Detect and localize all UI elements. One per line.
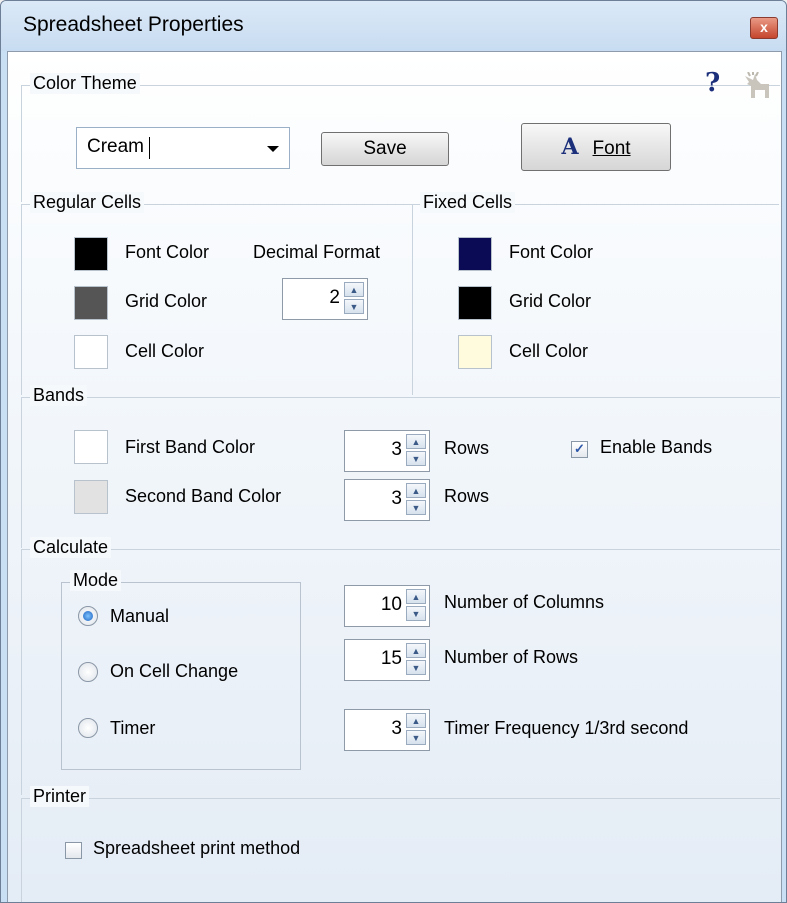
spin-down-icon[interactable]: ▼	[406, 500, 426, 515]
second-band-rows-stepper[interactable]: 3 ▲ ▼	[344, 479, 430, 521]
decimal-format-label: Decimal Format	[253, 242, 381, 262]
first-band-rows-stepper[interactable]: 3 ▲ ▼	[344, 430, 430, 472]
fixed-cells-legend: Fixed Cells	[420, 192, 516, 213]
timer-frequency-stepper[interactable]: 3 ▲ ▼	[344, 709, 430, 751]
first-band-rows-label: Rows	[444, 438, 490, 458]
spin-down-icon[interactable]: ▼	[344, 299, 364, 314]
timer-frequency-label: Timer Frequency 1/3rd second	[444, 718, 689, 738]
printer-legend: Printer	[30, 786, 90, 807]
first-band-color-swatch[interactable]	[74, 430, 108, 464]
decimal-format-value: 2	[329, 287, 340, 308]
timer-radio[interactable]	[78, 718, 98, 738]
spin-down-icon[interactable]: ▼	[406, 451, 426, 466]
regular-grid-color-swatch[interactable]	[74, 286, 108, 320]
save-button[interactable]: Save	[321, 132, 449, 166]
on-cell-change-radio[interactable]	[78, 662, 98, 682]
bands-legend: Bands	[30, 385, 88, 406]
regular-grid-color-label: Grid Color	[125, 291, 208, 311]
fixed-cell-color-swatch[interactable]	[458, 335, 492, 369]
regular-font-color-label: Font Color	[125, 242, 210, 262]
font-letter-icon: A	[561, 134, 579, 160]
title-bar: Spreadsheet Properties x	[1, 1, 786, 51]
close-button[interactable]: x	[750, 17, 778, 39]
regular-cells-legend: Regular Cells	[30, 192, 145, 213]
print-method-checkbox[interactable]	[65, 842, 82, 859]
timer-label: Timer	[110, 718, 156, 738]
text-cursor	[149, 137, 150, 159]
number-of-columns-stepper[interactable]: 10 ▲ ▼	[344, 585, 430, 627]
regular-font-color-swatch[interactable]	[74, 237, 108, 271]
enable-bands-checkbox[interactable]: ✓	[571, 441, 588, 458]
manual-label: Manual	[110, 606, 170, 626]
first-band-rows-value: 3	[391, 439, 402, 460]
number-of-rows-label: Number of Rows	[444, 647, 579, 667]
second-band-rows-value: 3	[391, 488, 402, 509]
second-band-color-label: Second Band Color	[125, 486, 282, 506]
fixed-font-color-label: Font Color	[509, 242, 594, 262]
fixed-grid-color-label: Grid Color	[509, 291, 592, 311]
manual-radio[interactable]	[78, 606, 98, 626]
theme-dropdown-value: Cream	[87, 136, 145, 157]
spin-up-icon[interactable]: ▲	[406, 643, 426, 658]
fixed-font-color-swatch[interactable]	[458, 237, 492, 271]
second-band-color-swatch[interactable]	[74, 480, 108, 514]
font-button[interactable]: A Font	[521, 123, 671, 171]
color-theme-legend: Color Theme	[30, 73, 140, 94]
on-cell-change-label: On Cell Change	[110, 661, 239, 681]
spin-down-icon[interactable]: ▼	[406, 606, 426, 621]
number-of-rows-value: 15	[380, 648, 402, 669]
regular-cell-color-label: Cell Color	[125, 341, 205, 361]
second-band-rows-label: Rows	[444, 486, 490, 506]
number-of-rows-stepper[interactable]: 15 ▲ ▼	[344, 639, 430, 681]
fixed-cell-color-label: Cell Color	[509, 341, 589, 361]
spin-up-icon[interactable]: ▲	[406, 589, 426, 604]
decimal-format-stepper[interactable]: 2 ▲ ▼	[282, 278, 368, 320]
spin-down-icon[interactable]: ▼	[406, 660, 426, 675]
chevron-down-icon[interactable]	[267, 146, 279, 152]
fixed-grid-color-swatch[interactable]	[458, 286, 492, 320]
spin-up-icon[interactable]: ▲	[344, 282, 364, 297]
number-of-columns-value: 10	[380, 594, 402, 615]
first-band-color-label: First Band Color	[125, 437, 256, 457]
print-method-label: Spreadsheet print method	[93, 838, 301, 858]
spin-up-icon[interactable]: ▲	[406, 483, 426, 498]
regular-cell-color-swatch[interactable]	[74, 335, 108, 369]
theme-dropdown[interactable]: Cream	[76, 127, 290, 169]
spin-up-icon[interactable]: ▲	[406, 713, 426, 728]
bands-group: Bands	[21, 385, 780, 548]
moose-icon[interactable]	[741, 72, 777, 102]
help-icon[interactable]: ?	[705, 68, 720, 98]
mode-legend: Mode	[70, 570, 122, 591]
spreadsheet-properties-dialog: Spreadsheet Properties x Color Theme ? C…	[0, 0, 787, 903]
enable-bands-label: Enable Bands	[600, 437, 713, 457]
number-of-columns-label: Number of Columns	[444, 592, 605, 612]
spin-down-icon[interactable]: ▼	[406, 730, 426, 745]
font-button-label: Font	[592, 138, 631, 159]
timer-frequency-value: 3	[391, 718, 402, 739]
dialog-body: Color Theme ? Cream Save A Font Regular C…	[7, 51, 782, 902]
window-title: Spreadsheet Properties	[23, 13, 244, 36]
spin-up-icon[interactable]: ▲	[406, 434, 426, 449]
calculate-legend: Calculate	[30, 537, 112, 558]
